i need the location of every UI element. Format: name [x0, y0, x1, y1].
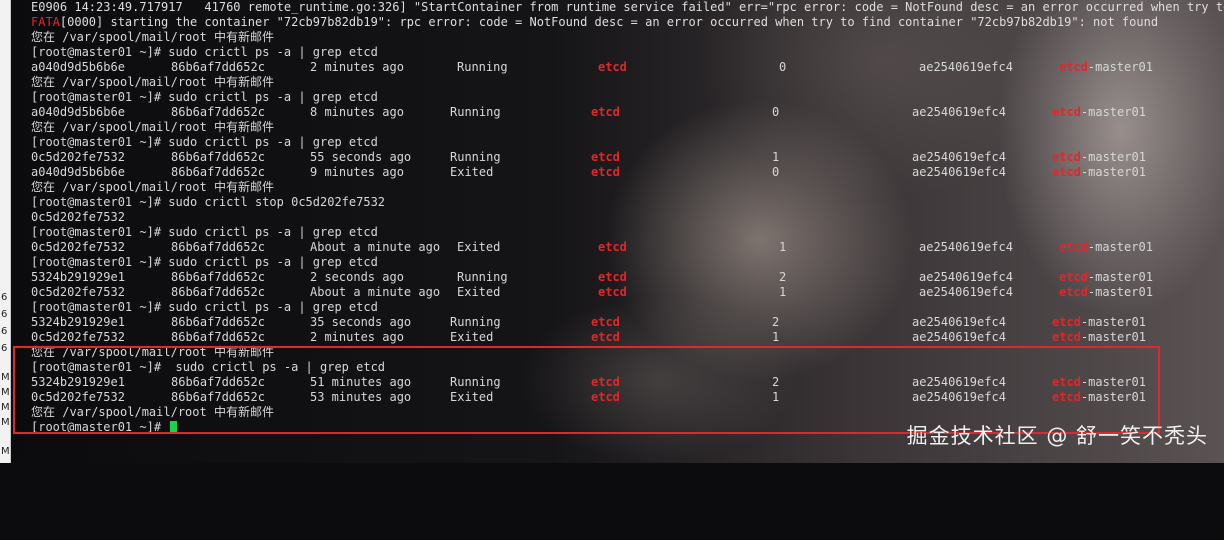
strip-char: 6: [1, 326, 8, 337]
fata-line: FATA[0000] starting the container "72cb9…: [31, 15, 1159, 29]
mail-notice: 您在 /var/spool/mail/root 中有新邮件: [31, 120, 274, 134]
strip-char: M: [1, 387, 10, 398]
strip-char: M: [1, 446, 10, 457]
container-row: 0c5d202fe7532 86b6af7dd652c About a minu…: [31, 240, 1153, 254]
container-row: 5324b291929e1 86b6af7dd652c 35 seconds a…: [31, 315, 1146, 329]
error-line: E0906 14:23:49.717917 41760 remote_runti…: [31, 0, 1224, 14]
strip-char: 6: [1, 292, 8, 303]
command-line: [root@master01 ~]# sudo crictl ps -a | g…: [31, 135, 378, 149]
strip-char: M: [1, 402, 10, 413]
mail-notice: 您在 /var/spool/mail/root 中有新邮件: [31, 75, 274, 89]
adjacent-window-edge: 6 6 6 6 M M M M M: [0, 0, 11, 463]
container-row: 0c5d202fe7532 86b6af7dd652c 2 minutes ag…: [31, 330, 1146, 344]
watermark: 掘金技术社区 @ 舒一笑不秃头: [906, 424, 1208, 448]
strip-char: M: [1, 417, 10, 428]
strip-char: 6: [1, 343, 8, 354]
command-line: [root@master01 ~]# sudo crictl ps -a | g…: [31, 255, 378, 269]
container-row: 5324b291929e1 86b6af7dd652c 2 seconds ag…: [31, 270, 1153, 284]
command-line: [root@master01 ~]# sudo crictl ps -a | g…: [31, 225, 378, 239]
command-line: [root@master01 ~]# sudo crictl ps -a | g…: [31, 45, 378, 59]
stop-output: 0c5d202fe7532: [31, 210, 125, 224]
mail-notice: 您在 /var/spool/mail/root 中有新邮件: [31, 30, 274, 44]
container-row: 0c5d202fe7532 86b6af7dd652c 55 seconds a…: [31, 150, 1146, 164]
mail-notice: 您在 /var/spool/mail/root 中有新邮件: [31, 180, 274, 194]
strip-char: M: [1, 372, 10, 383]
container-row: a040d9d5b6b6e 86b6af7dd652c 2 minutes ag…: [31, 60, 1153, 74]
command-line: [root@master01 ~]# sudo crictl stop 0c5d…: [31, 195, 386, 209]
command-line: [root@master01 ~]# sudo crictl ps -a | g…: [31, 90, 378, 104]
strip-char: 6: [1, 309, 8, 320]
container-row: 0c5d202fe7532 86b6af7dd652c About a minu…: [31, 285, 1153, 299]
container-row: a040d9d5b6b6e 86b6af7dd652c 8 minutes ag…: [31, 105, 1146, 119]
container-row: a040d9d5b6b6e 86b6af7dd652c 9 minutes ag…: [31, 165, 1146, 179]
command-line: [root@master01 ~]# sudo crictl ps -a | g…: [31, 300, 378, 314]
